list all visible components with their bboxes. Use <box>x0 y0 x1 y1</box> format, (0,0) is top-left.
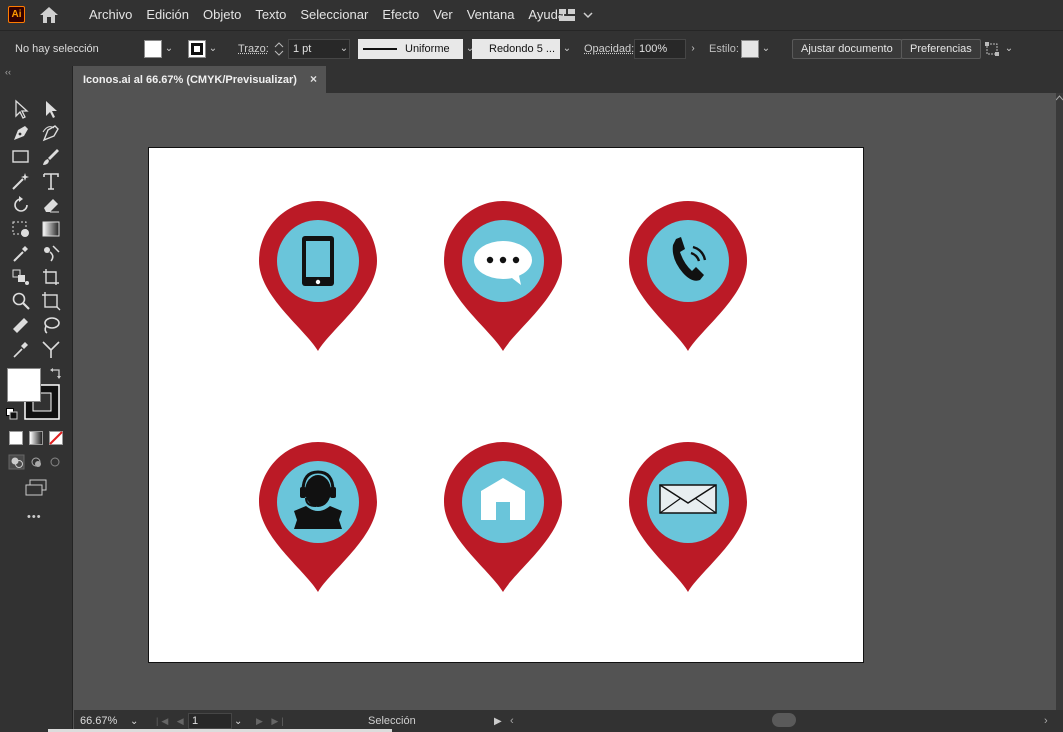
swap-colors-icon[interactable] <box>50 367 62 379</box>
menu-ver[interactable]: Ver <box>426 0 460 30</box>
mobile-phone-icon <box>302 236 334 286</box>
pin-support[interactable] <box>259 442 377 592</box>
fill-color-front[interactable] <box>7 368 41 402</box>
rotate-tool-icon[interactable] <box>10 194 32 216</box>
selection-tool-icon[interactable] <box>10 98 32 120</box>
document-tab[interactable]: Iconos.ai al 66.67% (CMYK/Previsualizar)… <box>74 66 326 93</box>
tools-panel: ‹‹ ••• <box>0 66 73 732</box>
none-mode-icon[interactable] <box>49 431 63 445</box>
chevron-down-icon[interactable]: ⌄ <box>337 40 351 58</box>
crop-image-tool-icon[interactable] <box>40 290 62 312</box>
pin-telephone[interactable] <box>629 201 747 351</box>
scroll-up-icon[interactable] <box>1056 95 1063 101</box>
scroll-right-icon[interactable]: › <box>1044 710 1048 732</box>
chevron-down-icon[interactable]: ⌄ <box>759 40 773 58</box>
illustrator-logo: Ai <box>8 6 25 23</box>
paintbrush-tool-icon[interactable] <box>40 146 62 168</box>
stroke-profile-label: Uniforme <box>405 42 450 55</box>
menu-efecto[interactable]: Efecto <box>375 0 426 30</box>
collapse-panel-icon[interactable]: ‹‹ <box>5 67 11 77</box>
fit-document-button[interactable]: Ajustar documento <box>792 38 902 59</box>
symbol-sprayer-tool-icon[interactable] <box>10 266 32 288</box>
scroll-left-icon[interactable]: ‹ <box>510 710 514 732</box>
artboard[interactable] <box>148 147 864 663</box>
opacity-label[interactable]: Opacidad: <box>584 43 634 55</box>
opacity-field[interactable]: 100% <box>634 38 686 59</box>
brush-dropdown[interactable]: Redondo 5 ... <box>472 38 560 59</box>
chevron-down-icon[interactable]: ⌄ <box>1002 40 1016 58</box>
gradient-tool-icon[interactable] <box>40 218 62 240</box>
stepper-icon[interactable] <box>273 40 285 58</box>
type-tool-icon[interactable] <box>40 170 62 192</box>
workspace-switcher-icon[interactable] <box>558 8 598 22</box>
artboard-number-field[interactable]: 1 <box>188 713 232 729</box>
fill-swatch[interactable] <box>144 39 162 58</box>
preferences-button[interactable]: Preferencias <box>901 38 981 59</box>
document-tab-bar: Iconos.ai al 66.67% (CMYK/Previsualizar)… <box>74 66 1063 93</box>
zoom-tool-icon[interactable] <box>10 290 32 312</box>
more-tools-icon[interactable]: ••• <box>27 511 42 523</box>
puppet-warp-tool-icon[interactable] <box>40 338 62 360</box>
style-swatch[interactable] <box>741 39 759 58</box>
rectangle-tool-icon[interactable] <box>10 146 32 168</box>
pen-tool-icon[interactable] <box>10 122 32 144</box>
blend-tool-icon[interactable] <box>40 242 62 264</box>
curvature-tool-icon[interactable] <box>40 122 62 144</box>
menu-edicion[interactable]: Edición <box>139 0 196 30</box>
menu-archivo[interactable]: Archivo <box>82 0 139 30</box>
artboard-tool-icon[interactable] <box>40 266 62 288</box>
chevron-right-icon[interactable]: › <box>686 40 700 58</box>
stroke-swatch[interactable] <box>188 39 206 58</box>
chevron-down-icon[interactable]: ⌄ <box>162 40 176 58</box>
color-mode-icon[interactable] <box>9 431 23 445</box>
style-label: Estilo: <box>709 42 739 55</box>
pin-mail[interactable] <box>629 442 747 592</box>
pin-chat[interactable] <box>444 201 562 351</box>
brush-label: Redondo 5 ... <box>489 42 556 55</box>
pin-home[interactable] <box>444 442 562 592</box>
vertical-scrollbar[interactable] <box>1056 93 1063 710</box>
lasso-tool-icon[interactable] <box>40 314 62 336</box>
transform-icon[interactable] <box>984 41 1002 57</box>
envelope-icon <box>659 484 717 514</box>
default-colors-icon[interactable] <box>6 408 18 420</box>
stroke-profile-dropdown[interactable]: Uniforme <box>358 38 463 59</box>
close-icon[interactable]: × <box>310 72 317 86</box>
eraser-tool-icon[interactable] <box>40 194 62 216</box>
chevron-down-icon[interactable]: ⌄ <box>206 40 220 58</box>
menu-bar: Ai Archivo Edición Objeto Texto Seleccio… <box>0 0 1063 30</box>
status-menu-icon[interactable]: ▶ <box>494 710 502 732</box>
menu-texto[interactable]: Texto <box>248 0 293 30</box>
magic-wand-tool-icon[interactable] <box>10 170 32 192</box>
home-icon[interactable] <box>38 5 60 25</box>
control-bar: No hay selección ⌄ ⌄ Trazo: 1 pt ⌄ Unifo… <box>0 30 1063 66</box>
shape-builder-tool-icon[interactable] <box>10 218 32 240</box>
stroke-line-icon <box>363 47 397 50</box>
menu-ventana[interactable]: Ventana <box>460 0 522 30</box>
chevron-down-icon[interactable]: ⌄ <box>560 40 574 58</box>
direct-selection-tool-icon[interactable] <box>40 98 62 120</box>
menu-seleccionar[interactable]: Seleccionar <box>293 0 375 30</box>
eyedropper-tool-icon[interactable] <box>10 242 32 264</box>
menu-objeto[interactable]: Objeto <box>196 0 248 30</box>
stroke-label[interactable]: Trazo: <box>238 43 269 55</box>
screen-mode-icon[interactable] <box>24 479 48 497</box>
ruler-tool-icon[interactable] <box>10 314 32 336</box>
gradient-mode-icon[interactable] <box>29 431 43 445</box>
document-title: Iconos.ai al 66.67% (CMYK/Previsualizar) <box>83 73 297 86</box>
pin-mobile[interactable] <box>259 201 377 351</box>
drawing-modes-icon[interactable] <box>8 454 66 470</box>
selection-status: No hay selección <box>15 42 99 55</box>
horizontal-scroll-thumb[interactable] <box>772 713 796 727</box>
eyedropper-alt-tool-icon[interactable] <box>10 338 32 360</box>
